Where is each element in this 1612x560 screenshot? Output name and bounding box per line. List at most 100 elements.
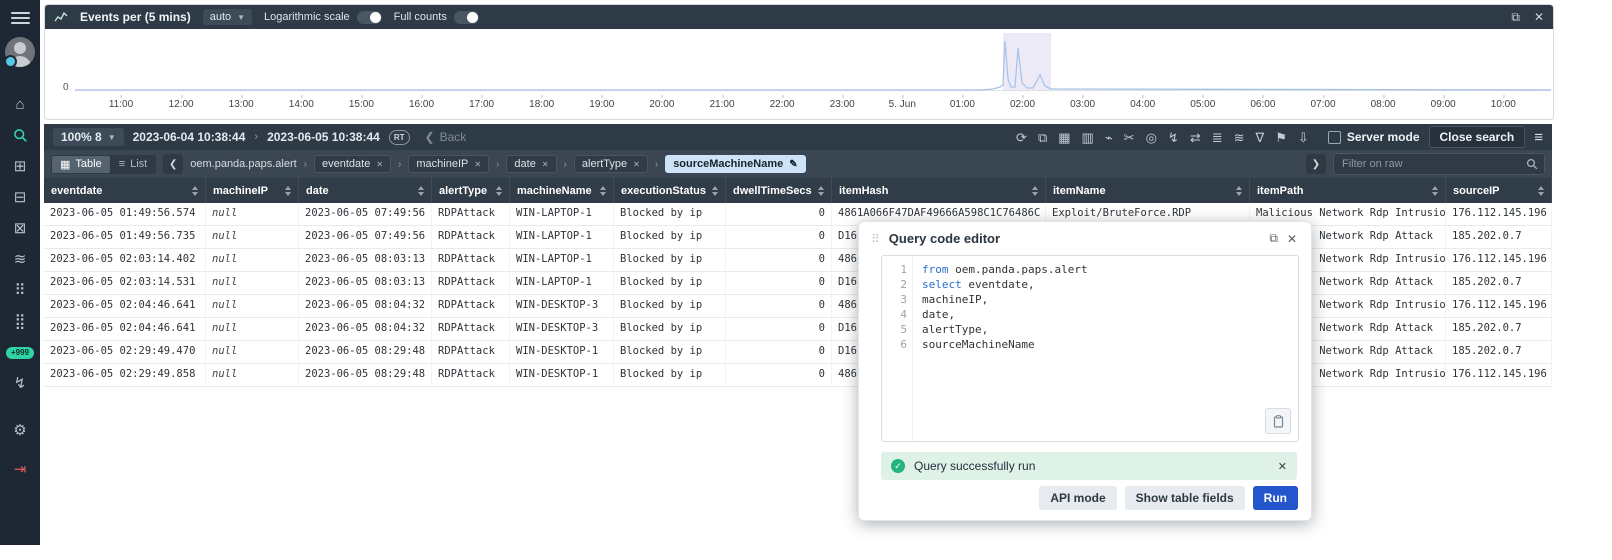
- api-mode-button[interactable]: API mode: [1039, 486, 1117, 510]
- table-row[interactable]: 2023-06-05 02:04:46.641 null 2023-06-05 08…: [44, 295, 1552, 318]
- package-icon-2[interactable]: ⊟: [0, 182, 40, 213]
- breadcrumb-source[interactable]: oem.panda.paps.alert: [190, 158, 296, 170]
- column-header-date[interactable]: date: [299, 178, 432, 203]
- table-row[interactable]: 2023-06-05 01:49:56.574 null 2023-06-05 07…: [44, 203, 1552, 226]
- log-scale-toggle[interactable]: [356, 10, 382, 24]
- table-row[interactable]: 2023-06-05 02:29:49.470 null 2023-06-05 08…: [44, 341, 1552, 364]
- realtime-badge[interactable]: RT: [388, 129, 410, 145]
- user-avatar[interactable]: [4, 37, 35, 68]
- sort-icon[interactable]: [600, 185, 606, 196]
- chip-remove-icon[interactable]: ✕: [542, 160, 549, 169]
- sort-icon[interactable]: [192, 185, 198, 196]
- table-row[interactable]: 2023-06-05 02:03:14.402 null 2023-06-05 08…: [44, 249, 1552, 272]
- server-mode-toggle[interactable]: Server mode: [1327, 130, 1420, 144]
- package-icon-3[interactable]: ⊠: [0, 213, 40, 244]
- terminal-icon[interactable]: ⌁: [1105, 131, 1113, 144]
- banner-close-icon[interactable]: ✕: [1278, 460, 1287, 473]
- settings-icon[interactable]: ⚙: [0, 415, 40, 446]
- download-icon[interactable]: ⇩: [1298, 131, 1309, 144]
- chip-remove-icon[interactable]: ✕: [633, 160, 640, 169]
- column-header-itemHash[interactable]: itemHash: [832, 178, 1046, 203]
- time-range-from[interactable]: 2023-06-04 10:38:44: [133, 130, 246, 144]
- barcode-icon[interactable]: ▥: [1082, 131, 1094, 144]
- column-header-itemName[interactable]: itemName: [1046, 178, 1250, 203]
- server-mode-checkbox[interactable]: [1327, 130, 1341, 144]
- logout-icon[interactable]: ⇥: [0, 454, 40, 485]
- close-icon[interactable]: ✕: [1534, 10, 1544, 25]
- view-mode-list[interactable]: ≡ List: [111, 156, 156, 173]
- scroll-right-button[interactable]: ❯: [1306, 154, 1326, 174]
- filter-chip[interactable]: eventdate ✕: [314, 155, 392, 173]
- stream-icon[interactable]: ≋: [1234, 131, 1245, 144]
- zoom-level-button[interactable]: 100% 8 ▼: [53, 128, 124, 146]
- filter-chip[interactable]: machineIP ✕: [408, 155, 490, 173]
- close-search-button[interactable]: Close search: [1428, 126, 1526, 148]
- table-row[interactable]: 2023-06-05 01:49:56.735 null 2023-06-05 07…: [44, 226, 1552, 249]
- code-area[interactable]: from oem.panda.paps.alert select eventdat…: [913, 256, 1298, 441]
- sort-icon[interactable]: [818, 185, 824, 196]
- copy-to-clipboard-button[interactable]: [1265, 408, 1291, 434]
- table-row[interactable]: 2023-06-05 02:04:46.641 null 2023-06-05 08…: [44, 318, 1552, 341]
- flash-icon[interactable]: ↯: [1168, 131, 1179, 144]
- hamburger-menu-icon[interactable]: [10, 9, 30, 27]
- popout-icon[interactable]: ⧉: [1269, 231, 1278, 246]
- popout-icon[interactable]: ⧉: [1511, 10, 1520, 25]
- run-button[interactable]: Run: [1252, 486, 1298, 510]
- column-header-machineIP[interactable]: machineIP: [206, 178, 299, 203]
- close-icon[interactable]: ✕: [1287, 232, 1297, 246]
- chip-remove-icon[interactable]: ✕: [474, 160, 481, 169]
- chart-plot-area[interactable]: 0 11:00 12:00 13:00 14:00 15:00 16:00 17:00 18:…: [45, 29, 1553, 117]
- swap-icon[interactable]: ⇄: [1190, 131, 1201, 144]
- cell-machineName: WIN-LAPTOP-1: [510, 272, 614, 294]
- filter-chip[interactable]: date ✕: [506, 155, 557, 173]
- interval-select[interactable]: auto ▼: [202, 9, 253, 25]
- target-icon[interactable]: ◎: [1146, 131, 1157, 144]
- chip-remove-icon[interactable]: ✕: [376, 160, 383, 169]
- rows-icon[interactable]: ≣: [1212, 131, 1223, 144]
- back-button[interactable]: ❮ Back: [425, 130, 467, 144]
- column-header-eventdate[interactable]: eventdate: [44, 178, 206, 203]
- table-row[interactable]: 2023-06-05 02:03:14.531 null 2023-06-05 08…: [44, 272, 1552, 295]
- sliders-icon[interactable]: ≋: [0, 244, 40, 275]
- flag-icon[interactable]: ⚑: [1275, 131, 1287, 144]
- grid-icon[interactable]: ⠿: [0, 275, 40, 306]
- table-icon[interactable]: ▦: [1058, 131, 1070, 144]
- full-counts-toggle[interactable]: [453, 10, 479, 24]
- menu-icon[interactable]: ≡: [1534, 129, 1543, 146]
- column-header-sourceIP[interactable]: sourceIP: [1446, 178, 1552, 203]
- funnel-icon[interactable]: ∇: [1256, 131, 1265, 144]
- filter-chip[interactable]: alertType ✕: [573, 155, 648, 173]
- sort-icon[interactable]: [418, 185, 424, 196]
- sort-icon[interactable]: [1538, 185, 1544, 196]
- package-icon-1[interactable]: ⊞: [0, 151, 40, 182]
- time-range-to[interactable]: 2023-06-05 10:38:44: [267, 130, 380, 144]
- drag-handle-icon[interactable]: ⠿: [871, 232, 880, 246]
- table-row[interactable]: 2023-06-05 02:29:49.858 null 2023-06-05 08…: [44, 364, 1552, 387]
- flash-icon[interactable]: ↯: [0, 368, 40, 399]
- column-header-machineName[interactable]: machineName: [510, 178, 614, 203]
- sort-icon[interactable]: [712, 185, 718, 196]
- notification-count-badge[interactable]: +999: [0, 337, 40, 368]
- raw-filter-input[interactable]: [1340, 157, 1521, 171]
- column-header-executionStatus[interactable]: executionStatus: [614, 178, 726, 203]
- code-editor[interactable]: 1 2 3 4 5 6 from oem.panda.paps.alert select e…: [881, 255, 1299, 442]
- search-icon[interactable]: [0, 120, 40, 151]
- column-header-alertType[interactable]: alertType: [432, 178, 510, 203]
- sort-icon[interactable]: [496, 185, 502, 196]
- edit-icon[interactable]: ✎: [789, 159, 797, 170]
- filter-chip-selected[interactable]: sourceMachineName ✎: [665, 155, 806, 173]
- sort-icon[interactable]: [1032, 185, 1038, 196]
- sort-icon[interactable]: [1236, 185, 1242, 196]
- home-icon[interactable]: ⌂: [0, 89, 40, 120]
- sort-icon[interactable]: [285, 185, 291, 196]
- column-header-itemPath[interactable]: itemPath: [1250, 178, 1446, 203]
- history-icon[interactable]: ⟳: [1016, 131, 1027, 144]
- view-mode-table[interactable]: ▦ Table: [52, 155, 110, 173]
- show-table-fields-button[interactable]: Show table fields: [1124, 486, 1245, 510]
- copy-icon[interactable]: ⧉: [1038, 131, 1047, 144]
- sort-icon[interactable]: [1432, 185, 1438, 196]
- cut-icon[interactable]: ✂: [1124, 131, 1135, 144]
- column-header-dwellTimeSecs[interactable]: dwellTimeSecs: [726, 178, 832, 203]
- apps-icon[interactable]: ⣿: [0, 306, 40, 337]
- scroll-left-button[interactable]: ❮: [163, 154, 184, 174]
